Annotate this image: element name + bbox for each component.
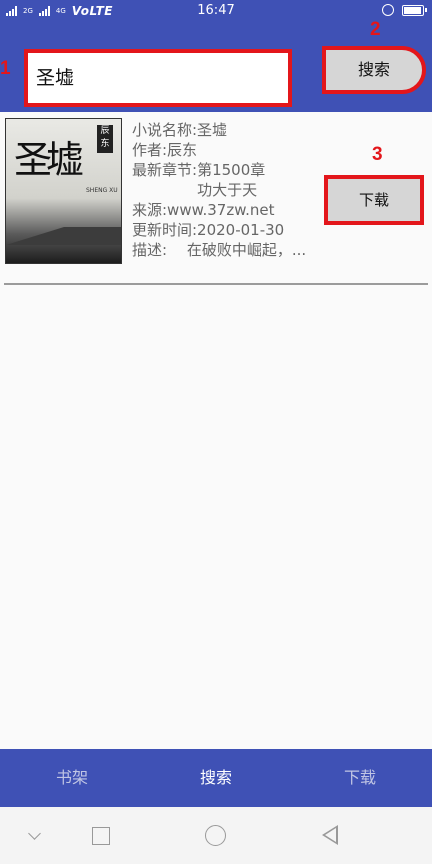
search-bar: 1 圣墟 2 搜索: [0, 19, 432, 112]
download-button[interactable]: 下载: [324, 175, 424, 225]
latest-chapter-row: 最新章节: 第1500章 功大于天: [132, 160, 320, 200]
search-button[interactable]: 搜索: [322, 46, 426, 94]
annotation-2: 2: [370, 19, 381, 40]
clock: 16:47: [197, 3, 235, 18]
status-bar: 2G 4G VoLTE 16:47: [0, 0, 432, 22]
book-author: 作者:辰东: [132, 141, 198, 159]
rotation-lock-icon: [382, 4, 394, 16]
tab-download[interactable]: 下载: [288, 749, 432, 807]
book-name: 小说名称:圣墟: [132, 121, 228, 139]
battery-icon: [402, 4, 427, 16]
cover-subtitle: SHENG XU: [86, 187, 118, 194]
collapse-chevron-icon[interactable]: [28, 827, 41, 840]
back-triangle-icon[interactable]: [322, 825, 338, 845]
book-source: 来源:www.37zw.net: [132, 201, 275, 219]
latest-chapter-label: 最新章节:: [132, 161, 198, 179]
cover-author: 辰东: [97, 125, 113, 153]
tab-search[interactable]: 搜索: [144, 749, 288, 807]
list-divider: [4, 283, 428, 285]
annotation-1: 1: [0, 58, 11, 79]
book-description: 描述: 在破败中崛起，...: [132, 241, 307, 259]
bottom-tab-bar: 书架 搜索 下载: [0, 749, 432, 807]
list-item[interactable]: 圣墟 辰东 SHENG XU 小说名称:圣墟 作者:辰东 最新章节: 第1500…: [0, 112, 432, 284]
cover-title: 圣墟: [14, 138, 84, 182]
tab-shelf[interactable]: 书架: [0, 749, 144, 807]
book-cover-image: 圣墟 辰东 SHENG XU: [5, 118, 122, 264]
annotation-3: 3: [372, 144, 383, 165]
system-nav-bar: [0, 807, 432, 864]
search-input[interactable]: 圣墟: [24, 49, 292, 107]
latest-chapter-value: 第1500章 功大于天: [197, 161, 266, 199]
book-updated: 更新时间:2020-01-30: [132, 221, 285, 239]
recents-square-icon[interactable]: [92, 827, 110, 845]
book-info: 小说名称:圣墟 作者:辰东 最新章节: 第1500章 功大于天 来源:www.3…: [132, 120, 320, 260]
home-circle-icon[interactable]: [205, 825, 226, 846]
cover-roof-shape: [6, 227, 121, 245]
